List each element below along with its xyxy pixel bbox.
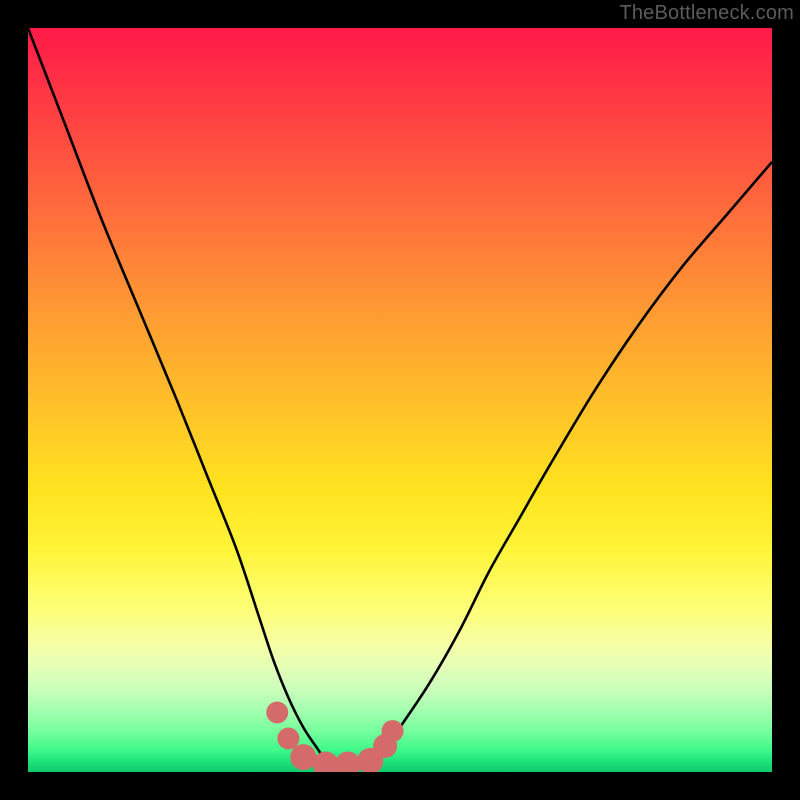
canvas-frame: TheBottleneck.com	[0, 0, 800, 800]
watermark-text: TheBottleneck.com	[619, 2, 794, 25]
curve-marker	[313, 752, 339, 772]
curve-marker	[335, 752, 361, 772]
curve-marker	[382, 720, 404, 742]
bottleneck-curve-svg	[28, 28, 772, 772]
curve-marker-layer	[266, 701, 403, 772]
curve-marker	[277, 728, 299, 750]
plot-area	[28, 28, 772, 772]
curve-marker	[290, 744, 316, 770]
curve-marker	[266, 701, 288, 723]
bottleneck-curve-path	[28, 28, 772, 765]
